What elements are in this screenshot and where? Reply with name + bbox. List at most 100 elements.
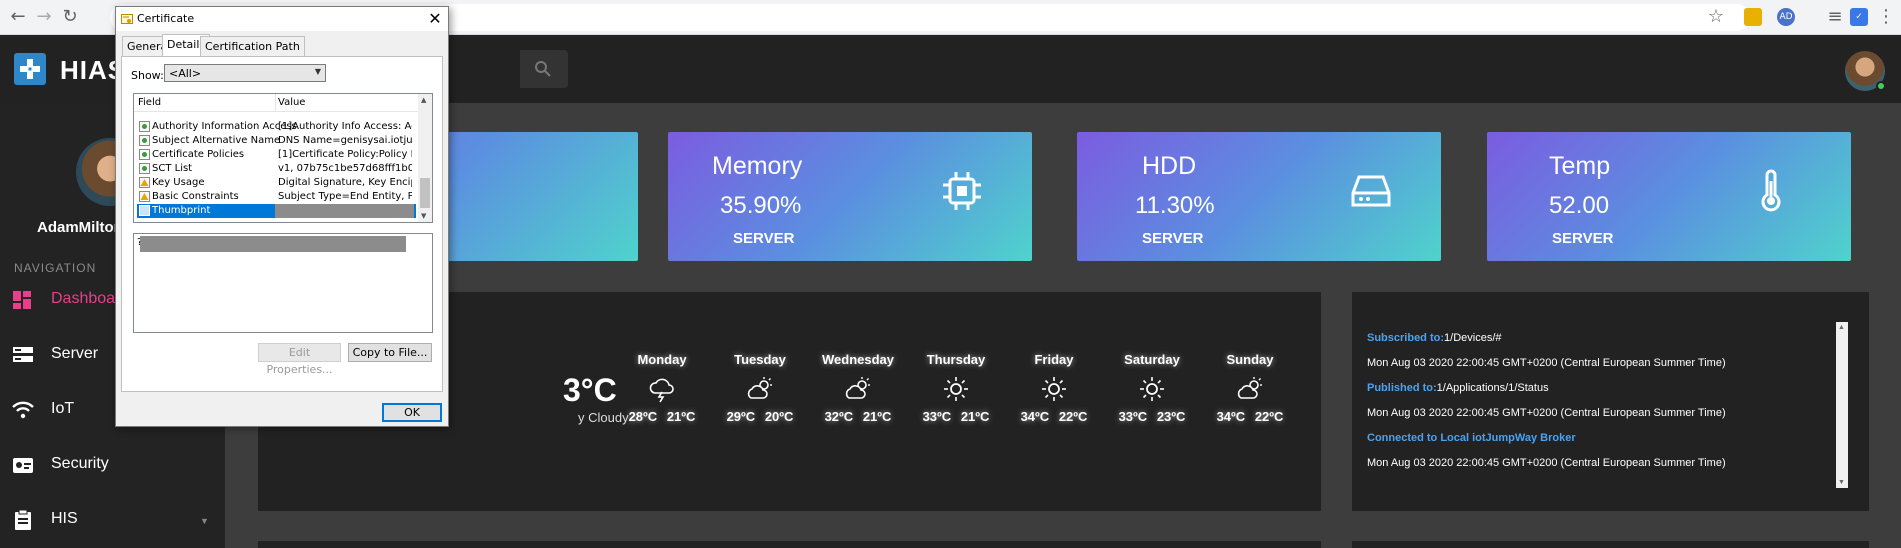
sun-icon: [1140, 377, 1164, 401]
show-label: Show:: [131, 69, 164, 82]
chevron-down-icon: ▼: [314, 67, 321, 76]
forward-arrow-icon[interactable]: →: [34, 7, 54, 27]
column-header-value[interactable]: Value: [278, 97, 305, 108]
scroll-down-icon[interactable]: ▼: [1838, 479, 1845, 486]
stat-title: Temp: [1549, 152, 1611, 180]
field-name: Key Usage: [152, 177, 205, 188]
column-divider[interactable]: [275, 94, 276, 112]
field-name: Certificate Policies: [152, 149, 245, 160]
ok-button[interactable]: OK: [382, 403, 442, 422]
dashboard-icon: [13, 291, 31, 309]
search-button[interactable]: [520, 50, 568, 88]
sidebar-item-security[interactable]: Security: [0, 443, 225, 487]
field-name: Authority Information Access: [152, 121, 297, 132]
dialog-titlebar[interactable]: Certificate ✕: [116, 7, 448, 31]
log-line: Mon Aug 03 2020 22:00:45 GMT+0200 (Centr…: [1367, 457, 1726, 469]
back-arrow-icon[interactable]: ←: [8, 7, 28, 27]
star-icon[interactable]: ☆: [1706, 7, 1726, 27]
sidebar-item-label: HIS: [51, 510, 78, 527]
log-panel: Subscribed to:1/Devices/# Mon Aug 03 202…: [1352, 292, 1869, 511]
wifi-icon: [12, 401, 34, 419]
value-detail-box[interactable]: ?: [133, 233, 433, 333]
day-name: Wednesday: [821, 352, 894, 367]
copy-to-file-button[interactable]: Copy to File...: [348, 343, 432, 362]
field-value: [1]Authority Info Access: Acc...: [278, 121, 412, 132]
field-list-header: Field Value: [134, 94, 418, 112]
nav-heading: NAVIGATION: [14, 261, 97, 275]
server-icon: [13, 347, 33, 362]
column-header-field[interactable]: Field: [138, 97, 161, 108]
field-value: Subject Type=End Entity, Pat...: [278, 191, 412, 202]
log-line: Mon Aug 03 2020 22:00:45 GMT+0200 (Centr…: [1367, 357, 1726, 369]
partly-cloudy-icon: [747, 377, 772, 399]
stat-subtitle: SERVER: [733, 230, 795, 247]
field-row[interactable]: Subject Alternative Name DNS Name=genisy…: [137, 134, 416, 148]
forecast-day: Wednesday 32ºC 21ºC: [809, 352, 907, 424]
forecast-day: Saturday 33ºC 23ºC: [1103, 352, 1201, 424]
log-scrollbar[interactable]: ▲ ▼: [1836, 322, 1848, 488]
edit-properties-button[interactable]: Edit Properties...: [258, 343, 341, 376]
day-name: Saturday: [1124, 352, 1180, 367]
clipboard-icon: [15, 510, 31, 530]
logo-icon: [14, 53, 46, 85]
main-content: Memory 35.90% SERVER HDD 11.30% SERVER T…: [221, 103, 1901, 548]
menu-dots-icon[interactable]: ⋮: [1876, 7, 1896, 27]
day-name: Tuesday: [734, 352, 786, 367]
tab-certification-path[interactable]: Certification Path: [200, 36, 305, 56]
day-temps: 34ºC 22ºC: [1020, 409, 1088, 424]
sidebar-item-his[interactable]: HIS ▼: [0, 498, 225, 542]
stat-card-memory: Memory 35.90% SERVER: [668, 132, 1032, 261]
day-name: Thursday: [926, 352, 986, 367]
field-icon: [139, 135, 150, 146]
field-icon: [139, 149, 150, 160]
partly-cloudy-icon: [1237, 377, 1262, 399]
scroll-thumb[interactable]: [420, 178, 430, 208]
field-row[interactable]: Basic Constraints Subject Type=End Entit…: [137, 190, 416, 204]
log-line: Mon Aug 03 2020 22:00:45 GMT+0200 (Centr…: [1367, 407, 1726, 419]
field-name: SCT List: [152, 163, 193, 174]
sidebar-item-label: Security: [51, 455, 109, 472]
show-select-value: <All>: [169, 67, 202, 80]
stat-card-hdd: HDD 11.30% SERVER: [1077, 132, 1441, 261]
field-row[interactable]: Certificate Policies [1]Certificate Poli…: [137, 148, 416, 162]
sidebar-item-label: IoT: [51, 400, 75, 417]
online-status-dot: [1876, 81, 1886, 91]
partly-cloudy-icon: [845, 377, 870, 399]
account-icon[interactable]: AD: [1777, 8, 1795, 26]
sun-icon: [1042, 377, 1066, 401]
field-list[interactable]: Field Value Authority Information Access…: [133, 93, 433, 223]
field-row[interactable]: Key Usage Digital Signature, Key Enciphe…: [137, 176, 416, 190]
field-row[interactable]: Authority Information Access [1]Authorit…: [137, 120, 416, 134]
close-icon[interactable]: ✕: [424, 8, 446, 30]
scroll-up-icon[interactable]: ▲: [421, 96, 426, 104]
extension-icon[interactable]: [1744, 8, 1762, 26]
scroll-down-icon[interactable]: ▼: [421, 212, 426, 220]
field-list-scrollbar[interactable]: ▲ ▼: [418, 94, 432, 222]
field-icon: [139, 163, 150, 174]
field-name: Subject Alternative Name: [152, 135, 281, 146]
day-name: Friday: [1034, 352, 1074, 367]
hdd-icon: [1351, 175, 1391, 207]
stat-title: HDD: [1142, 152, 1197, 180]
shield-check-icon[interactable]: ✓: [1850, 8, 1868, 26]
search-icon: [535, 61, 551, 77]
thunder-cloud-icon: [649, 378, 674, 403]
field-row-selected[interactable]: Thumbprint: [137, 204, 416, 218]
redacted-value: [275, 204, 414, 218]
field-row[interactable]: SCT List v1, 07b75c1be57d68fff1b0c6...: [137, 162, 416, 176]
show-select[interactable]: <All> ▼: [164, 64, 326, 82]
playlist-icon[interactable]: ≡: [1825, 7, 1845, 27]
panel-top-edge: [1352, 541, 1869, 548]
log-line: Subscribed to:1/Devices/#: [1367, 332, 1502, 344]
scroll-up-icon[interactable]: ▲: [1838, 324, 1845, 331]
day-temps: 28ºC 21ºC: [628, 409, 696, 424]
forecast-day: Monday 28ºC 21ºC: [613, 352, 711, 424]
panel-top-edge: [258, 541, 1321, 548]
log-line: Published to:1/Applications/1/Status: [1367, 382, 1549, 394]
stat-value: 11.30%: [1135, 192, 1215, 219]
day-name: Sunday: [1226, 352, 1274, 367]
current-temperature: 3°C: [563, 372, 617, 408]
reload-icon[interactable]: ↻: [60, 7, 80, 27]
sidebar-item-label: Server: [51, 345, 99, 362]
warning-field-icon: [139, 191, 150, 202]
